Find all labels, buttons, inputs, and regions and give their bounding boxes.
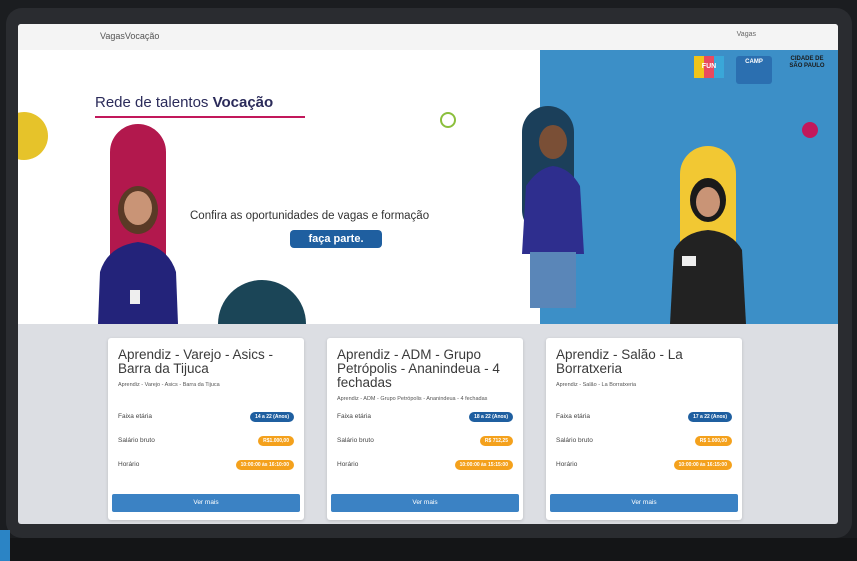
hero-title: Rede de talentos Vocação bbox=[95, 94, 273, 111]
age-badge: 17 a 22 (Anos) bbox=[688, 412, 732, 422]
yellow-circle-decoration bbox=[18, 112, 48, 160]
see-more-button[interactable]: Ver mais bbox=[112, 494, 300, 512]
age-badge: 18 a 22 (Anos) bbox=[469, 412, 513, 422]
logo-camp: CAMP bbox=[736, 56, 772, 84]
hours-badge: 10:00:00 às 16:10:00 bbox=[235, 460, 294, 470]
join-cta-button[interactable]: faça parte. bbox=[290, 230, 382, 248]
job-card-subtitle: Aprendiz - Salão - La Borratxeria bbox=[556, 382, 637, 388]
hours-label: Horário bbox=[118, 461, 140, 468]
hours-label: Horário bbox=[337, 461, 359, 468]
hero-tagline: Confira as oportunidades de vagas e form… bbox=[190, 210, 430, 222]
hours-row: Horário 10:00:00 às 15:15:00 bbox=[337, 460, 513, 472]
top-navbar: VagasVocação Vagas bbox=[18, 24, 838, 51]
see-more-button[interactable]: Ver mais bbox=[331, 494, 519, 512]
see-more-button[interactable]: Ver mais bbox=[550, 494, 738, 512]
job-card: Aprendiz - ADM - Grupo Petrópolis - Anan… bbox=[327, 338, 523, 520]
hero-title-bold: Vocação bbox=[212, 94, 274, 111]
job-card: Aprendiz - Salão - La Borratxeria Aprend… bbox=[546, 338, 742, 520]
green-ring-decoration bbox=[440, 112, 456, 128]
corner-accent bbox=[0, 530, 10, 561]
hero-title-underline bbox=[95, 116, 305, 118]
salary-row: Salário bruto R$ 1.000,00 bbox=[556, 436, 732, 448]
salary-badge: R$1.000,00 bbox=[258, 436, 294, 446]
nav-link-vagas[interactable]: Vagas bbox=[737, 31, 756, 38]
hours-row: Horário 10:00:00 às 16:15:00 bbox=[556, 460, 732, 472]
hero-decoration bbox=[18, 106, 818, 324]
job-card: Aprendiz - Varejo - Asics - Barra da Tij… bbox=[108, 338, 304, 520]
browser-screen: VagasVocação Vagas Rede de talentos Voca… bbox=[18, 24, 838, 524]
salary-label: Salário bruto bbox=[556, 437, 593, 444]
age-row: Faixa etária 14 a 22 (Anos) bbox=[118, 412, 294, 424]
teal-dome-decoration bbox=[218, 280, 306, 324]
hero-banner: Rede de talentos Vocação Confira as opor… bbox=[18, 50, 838, 324]
magenta-dot-decoration bbox=[802, 122, 818, 138]
hours-label: Horário bbox=[556, 461, 578, 468]
job-card-subtitle: Aprendiz - ADM - Grupo Petrópolis - Anan… bbox=[337, 396, 488, 402]
age-label: Faixa etária bbox=[556, 413, 590, 420]
hours-row: Horário 10:00:00 às 16:10:00 bbox=[118, 460, 294, 472]
age-row: Faixa etária 18 a 22 (Anos) bbox=[337, 412, 513, 424]
salary-row: Salário bruto R$1.000,00 bbox=[118, 436, 294, 448]
logo-sao-paulo: CIDADE DE SÃO PAULO bbox=[789, 56, 825, 69]
salary-label: Salário bruto bbox=[337, 437, 374, 444]
age-badge: 14 a 22 (Anos) bbox=[250, 412, 294, 422]
age-label: Faixa etária bbox=[118, 413, 152, 420]
salary-label: Salário bruto bbox=[118, 437, 155, 444]
hours-badge: 10:00:00 às 16:15:00 bbox=[673, 460, 732, 470]
job-card-title: Aprendiz - Varejo - Asics - Barra da Tij… bbox=[118, 347, 274, 376]
job-card-title: Aprendiz - ADM - Grupo Petrópolis - Anan… bbox=[337, 347, 500, 390]
salary-badge: R$ 712,25 bbox=[479, 436, 513, 446]
logo-fun: FUN bbox=[694, 56, 724, 78]
age-row: Faixa etária 17 a 22 (Anos) bbox=[556, 412, 732, 424]
job-card-title: Aprendiz - Salão - La Borratxeria bbox=[556, 347, 683, 376]
salary-badge: R$ 1.000,00 bbox=[694, 436, 732, 446]
hours-badge: 10:00:00 às 15:15:00 bbox=[454, 460, 513, 470]
age-label: Faixa etária bbox=[337, 413, 371, 420]
laptop-keyboard-area bbox=[0, 538, 857, 561]
brand-link[interactable]: VagasVocação bbox=[100, 31, 159, 41]
job-card-subtitle: Aprendiz - Varejo - Asics - Barra da Tij… bbox=[118, 382, 220, 388]
partner-logos: FUN CAMP CIDADE DE SÃO PAULO bbox=[692, 54, 832, 88]
salary-row: Salário bruto R$ 712,25 bbox=[337, 436, 513, 448]
hero-title-prefix: Rede de talentos bbox=[95, 94, 213, 111]
